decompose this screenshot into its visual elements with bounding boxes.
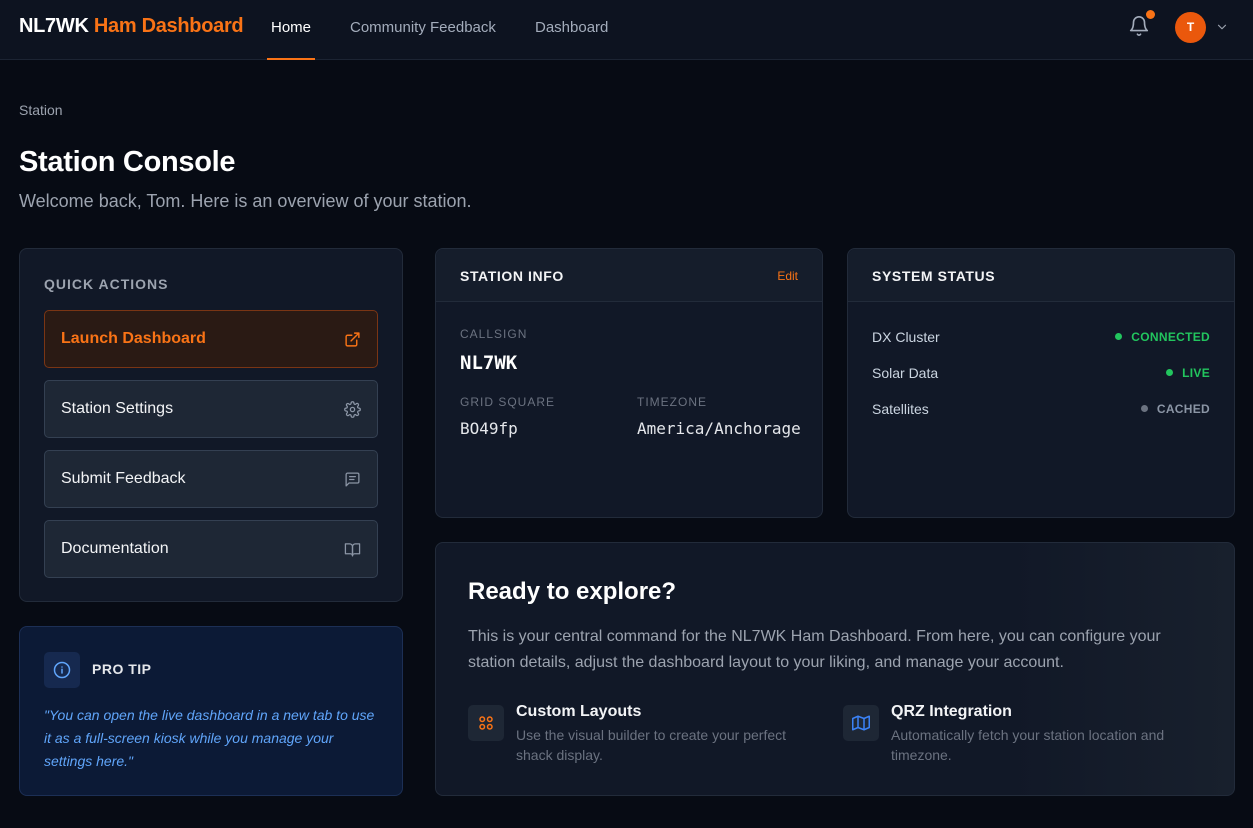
- status-dot: [1115, 333, 1123, 340]
- feature-title: Custom Layouts: [516, 703, 642, 720]
- pro-tip-text: "You can open the live dashboard in a ne…: [44, 707, 375, 769]
- submit-feedback-label: Submit Feedback: [61, 470, 186, 487]
- brand-logo[interactable]: NL7WK Ham Dashboard: [19, 15, 244, 38]
- status-name: DX Cluster: [872, 329, 940, 345]
- grid-icon: [479, 716, 493, 730]
- notification-dot: [1146, 10, 1155, 19]
- documentation-button[interactable]: Documentation: [44, 520, 378, 578]
- status-value: CACHED: [1156, 402, 1210, 416]
- external-link-icon: [345, 332, 360, 347]
- station-info-title: STATION INFO: [460, 268, 564, 284]
- status-badge: CONNECTED: [1115, 330, 1210, 344]
- feature-custom-layouts: Custom Layouts Use the visual builder to…: [468, 703, 808, 767]
- map-icon: [852, 715, 870, 731]
- station-info-header: STATION INFO Edit: [436, 249, 822, 302]
- avatar[interactable]: T: [1175, 12, 1206, 43]
- feature-description: Use the visual builder to create your pe…: [516, 727, 787, 763]
- brand-name: Ham Dashboard: [93, 15, 244, 37]
- bell-icon[interactable]: [1128, 15, 1150, 37]
- system-status-header: SYSTEM STATUS: [848, 249, 1234, 302]
- grid-square-value: BO49fp: [460, 419, 518, 438]
- explore-card: Ready to explore? This is your central c…: [435, 542, 1235, 796]
- nav-link-home[interactable]: Home: [266, 19, 316, 60]
- status-dot: [1166, 369, 1174, 376]
- launch-dashboard-button[interactable]: Launch Dashboard: [44, 310, 378, 368]
- status-name: Satellites: [872, 401, 929, 417]
- feature-title: QRZ Integration: [891, 703, 1012, 720]
- nav-link-dashboard[interactable]: Dashboard: [535, 19, 608, 60]
- feature-description: Automatically fetch your station locatio…: [891, 727, 1165, 763]
- station-settings-button[interactable]: Station Settings: [44, 380, 378, 438]
- status-value: LIVE: [1182, 366, 1210, 380]
- status-dot: [1140, 405, 1148, 412]
- launch-dashboard-label: Launch Dashboard: [61, 330, 206, 347]
- documentation-label: Documentation: [61, 540, 169, 557]
- submit-feedback-button[interactable]: Submit Feedback: [44, 450, 378, 508]
- status-name: Solar Data: [872, 365, 939, 381]
- feature-qrz-integration: QRZ Integration Automatically fetch your…: [843, 703, 1183, 767]
- status-row-dx-cluster: DX Cluster CONNECTED: [872, 329, 1210, 349]
- pro-tip-card: PRO TIP "You can open the live dashboard…: [19, 626, 403, 796]
- nav-link-community-feedback[interactable]: Community Feedback: [350, 19, 496, 60]
- top-navbar: NL7WK Ham Dashboard Home Community Feedb…: [0, 0, 1253, 60]
- timezone-label: TIMEZONE: [637, 395, 707, 409]
- page-subtitle: Welcome back, Tom. Here is an overview o…: [19, 191, 472, 211]
- status-badge: LIVE: [1166, 366, 1210, 380]
- explore-text: This is your central command for the NL7…: [468, 628, 1161, 671]
- status-row-solar-data: Solar Data LIVE: [872, 365, 1210, 385]
- callsign-label: CALLSIGN: [460, 327, 528, 341]
- system-status-title: SYSTEM STATUS: [872, 268, 996, 284]
- status-value: CONNECTED: [1131, 330, 1210, 344]
- timezone-value: America/Anchorage: [637, 419, 801, 438]
- gear-icon: [344, 401, 361, 418]
- status-row-satellites: Satellites CACHED: [872, 401, 1210, 421]
- callsign-value: NL7WK: [460, 352, 518, 374]
- breadcrumb[interactable]: Station: [19, 102, 63, 118]
- system-status-card: SYSTEM STATUS DX Cluster CONNECTED Solar…: [847, 248, 1235, 518]
- pro-tip-heading: PRO TIP: [92, 661, 152, 677]
- book-icon: [344, 543, 361, 557]
- info-icon-box: [44, 652, 80, 688]
- station-settings-label: Station Settings: [61, 400, 174, 417]
- feature-icon-box: [468, 705, 504, 741]
- grid-square-label: GRID SQUARE: [460, 395, 556, 409]
- info-icon: [53, 661, 71, 679]
- feature-icon-box: [843, 705, 879, 741]
- station-info-card: STATION INFO Edit CALLSIGN NL7WK GRID SQ…: [435, 248, 823, 518]
- page-title: Station Console: [19, 146, 236, 178]
- quick-actions-card: QUICK ACTIONS Launch Dashboard Station S…: [19, 248, 403, 602]
- edit-link[interactable]: Edit: [777, 269, 798, 283]
- explore-title: Ready to explore?: [468, 578, 677, 605]
- quick-actions-heading: QUICK ACTIONS: [44, 276, 169, 292]
- brand-callsign: NL7WK: [19, 15, 89, 37]
- chevron-down-icon[interactable]: [1215, 20, 1229, 34]
- message-icon: [345, 472, 360, 487]
- status-badge: CACHED: [1140, 402, 1210, 416]
